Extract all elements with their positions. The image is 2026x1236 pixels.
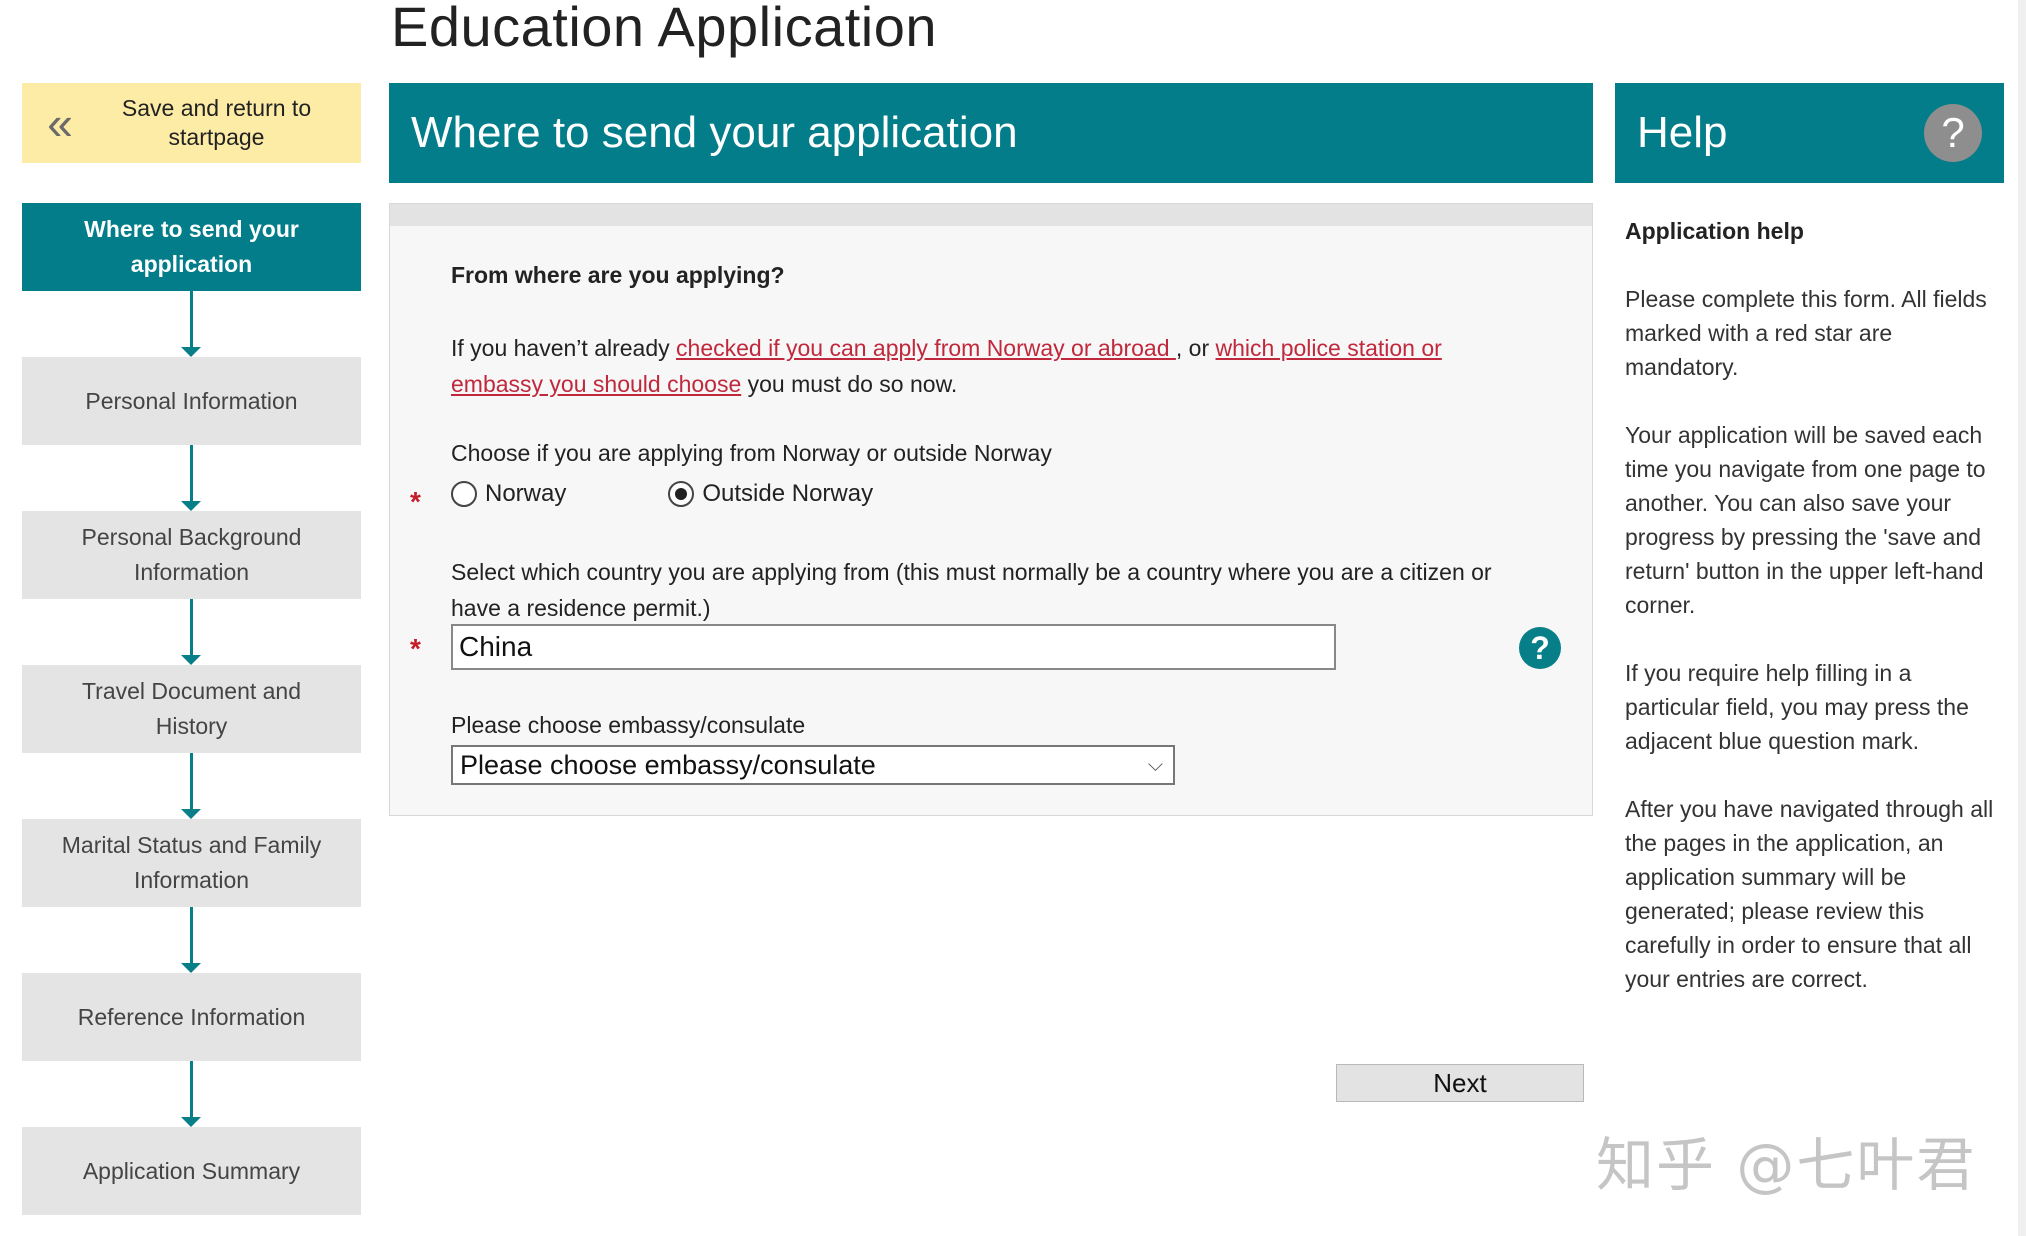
- embassy-selected-value: Please choose embassy/consulate: [460, 749, 876, 780]
- help-question-icon[interactable]: ?: [1924, 104, 1982, 162]
- section-header: Where to send your application: [389, 83, 1593, 183]
- question-mark-icon[interactable]: ?: [1519, 627, 1561, 669]
- panel-top-bar: [390, 204, 1592, 226]
- save-and-return-button[interactable]: « Save and return to startpage: [22, 83, 361, 163]
- required-star-icon: *: [410, 633, 421, 664]
- step-personal-information[interactable]: Personal Information: [22, 357, 361, 445]
- help-paragraph: After you have navigated through all the…: [1625, 796, 1994, 992]
- help-paragraph: Your application will be saved each time…: [1625, 422, 1986, 618]
- radio-selected-icon: [668, 481, 695, 507]
- watermark: 知乎 @七叶君: [1596, 1131, 1977, 1199]
- help-title: Help: [1637, 108, 1728, 157]
- step-navigation: Where to send your application Personal …: [22, 203, 361, 1215]
- scrollbar[interactable]: [2018, 0, 2026, 1236]
- help-paragraph: Please complete this form. All fields ma…: [1625, 286, 1987, 380]
- required-star-icon: *: [410, 486, 421, 517]
- embassy-label: Please choose embassy/consulate: [451, 712, 806, 738]
- form-panel: From where are you applying? If you have…: [389, 203, 1593, 816]
- step-travel-document[interactable]: Travel Document and History: [22, 665, 361, 753]
- step-marital-status[interactable]: Marital Status and Family Information: [22, 819, 361, 907]
- arrow-down-icon: [181, 809, 201, 819]
- apply-from-norway-link[interactable]: checked if you can apply from Norway or …: [676, 335, 1176, 361]
- step-reference-information[interactable]: Reference Information: [22, 973, 361, 1061]
- country-label: Select which country you are applying fr…: [451, 559, 1492, 621]
- embassy-select[interactable]: Please choose embassy/consulate ⌵: [451, 745, 1175, 785]
- arrow-down-icon: [181, 963, 201, 973]
- step-connector: [22, 291, 361, 357]
- location-label: Choose if you are applying from Norway o…: [451, 440, 1052, 466]
- question-title: From where are you applying?: [451, 262, 785, 288]
- arrow-down-icon: [181, 347, 201, 357]
- step-connector: [22, 753, 361, 819]
- radio-outside-norway[interactable]: Outside Norway: [668, 480, 873, 508]
- step-where-to-send[interactable]: Where to send your application: [22, 203, 361, 291]
- intro-text: If you haven’t already checked if you ca…: [451, 335, 1442, 397]
- arrow-down-icon: [181, 501, 201, 511]
- help-header: Help ?: [1615, 83, 2004, 183]
- chevron-down-icon: ⌵: [1147, 754, 1163, 776]
- step-connector: [22, 907, 361, 973]
- arrow-down-icon: [181, 1117, 201, 1127]
- help-paragraph: If you require help filling in a particu…: [1625, 660, 1969, 754]
- step-connector: [22, 445, 361, 511]
- radio-norway[interactable]: Norway: [451, 480, 566, 508]
- location-radio-group: Norway Outside Norway: [451, 480, 873, 508]
- save-and-return-label: Save and return to startpage: [121, 95, 312, 150]
- next-button[interactable]: Next: [1336, 1064, 1584, 1102]
- step-connector: [22, 1061, 361, 1127]
- arrow-down-icon: [181, 655, 201, 665]
- step-personal-background[interactable]: Personal Background Information: [22, 511, 361, 599]
- help-section-title: Application help: [1625, 218, 1804, 244]
- help-body: Application help Please complete this fo…: [1625, 214, 2010, 1030]
- radio-circle-icon: [451, 481, 477, 507]
- step-application-summary[interactable]: Application Summary: [22, 1127, 361, 1215]
- double-chevron-left-icon: «: [47, 97, 73, 149]
- page-title: Education Application: [391, 0, 937, 58]
- step-connector: [22, 599, 361, 665]
- country-input[interactable]: [451, 624, 1336, 670]
